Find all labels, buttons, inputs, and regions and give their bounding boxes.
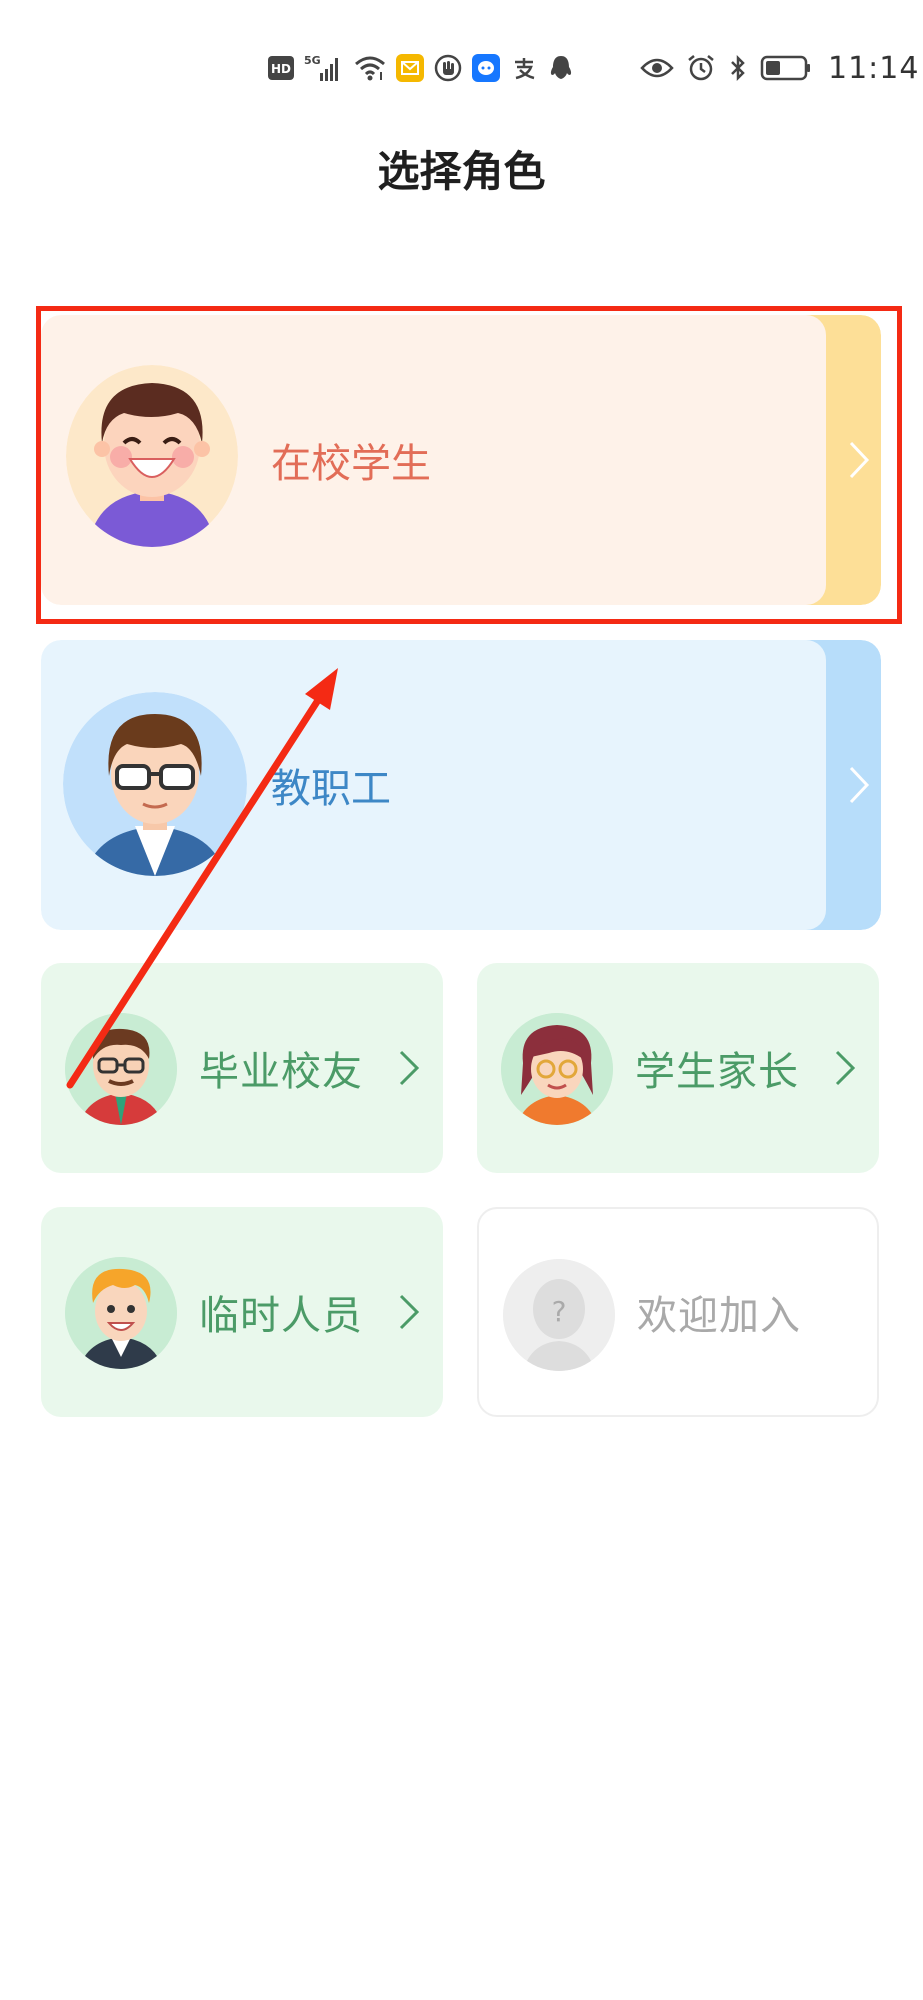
hd-icon: HD — [268, 53, 294, 83]
svg-text:HD: HD — [271, 62, 291, 76]
chevron-right-icon — [843, 640, 873, 930]
alumni-avatar-icon — [65, 1013, 177, 1125]
unknown-person-icon: ? — [503, 1259, 615, 1371]
svg-text:5G: 5G — [304, 54, 321, 67]
page-title: 选择角色 — [377, 147, 546, 196]
status-bar: HD 5G 11:14 — [0, 0, 923, 130]
chevron-right-icon — [397, 963, 421, 1173]
role-card-student[interactable]: 在校学生 — [41, 315, 881, 605]
role-card-parent[interactable]: 学生家长 — [477, 963, 879, 1173]
alumni-label: 毕业校友 — [199, 1049, 363, 1095]
role-card-temp[interactable]: 临时人员 — [41, 1207, 443, 1417]
alipay-icon — [510, 53, 538, 83]
chevron-right-icon — [397, 1207, 421, 1417]
wifi-icon — [354, 53, 386, 83]
role-card-alumni[interactable]: 毕业校友 — [41, 963, 443, 1173]
student-avatar-icon — [66, 365, 238, 547]
parent-label: 学生家长 — [635, 1049, 799, 1095]
role-card-staff[interactable]: 教职工 — [41, 640, 881, 930]
eye-icon — [640, 53, 674, 83]
welcome-label: 欢迎加入 — [637, 1293, 801, 1339]
parent-avatar-icon — [501, 1013, 613, 1125]
status-time: 11:14 — [828, 50, 920, 86]
temp-label: 临时人员 — [199, 1293, 363, 1339]
signal-5g-icon: 5G — [304, 53, 344, 83]
chevron-right-icon — [843, 315, 873, 605]
alarm-icon — [686, 53, 716, 83]
role-card-welcome: ? 欢迎加入 — [477, 1207, 879, 1417]
svg-text:?: ? — [552, 1295, 567, 1328]
teacher-avatar-icon — [63, 692, 247, 876]
hand-icon — [434, 53, 462, 83]
battery-icon — [760, 53, 812, 83]
staff-label: 教职工 — [271, 766, 391, 812]
status-icons-right: 11:14 — [640, 50, 919, 86]
mail-app-icon — [396, 53, 424, 83]
temp-staff-avatar-icon — [65, 1257, 177, 1369]
chevron-right-icon — [833, 963, 857, 1173]
student-label: 在校学生 — [271, 441, 431, 487]
status-icons-left: HD 5G — [268, 50, 574, 86]
chat-app-icon — [472, 53, 500, 83]
qq-icon — [548, 53, 574, 83]
bluetooth-icon — [728, 53, 748, 83]
